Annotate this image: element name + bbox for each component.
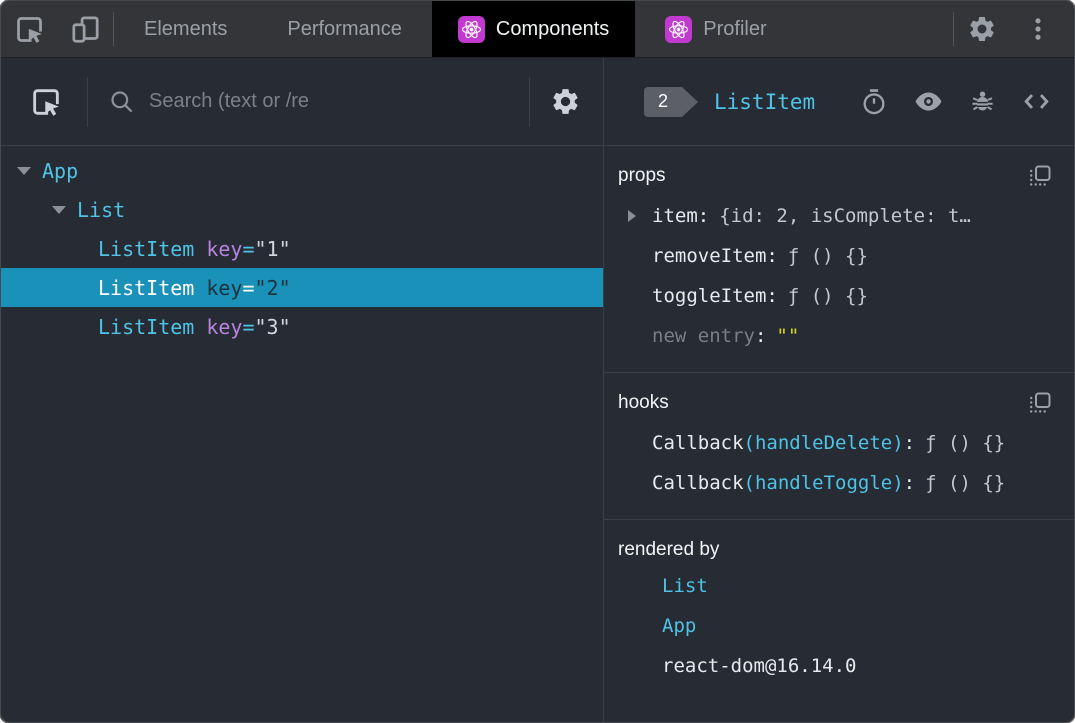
tree-node-list[interactable]: List — [1, 190, 603, 229]
devtools-tab-bar: Elements Performance Components Profiler — [1, 1, 1074, 58]
component-tree-panel: App List ListItem key="1" ListItem key="… — [1, 58, 604, 722]
props-rows: item: {id: 2, isComplete: t… removeItem: ƒ… — [618, 196, 1060, 356]
owners-count: 2 — [644, 86, 682, 117]
key-attribute: key="3" — [206, 314, 291, 339]
badge-arrow — [682, 86, 698, 117]
key-attribute: key="1" — [206, 236, 291, 261]
tree-node-listitem-2-selected[interactable]: ListItem key="2" — [1, 268, 603, 307]
tab-elements[interactable]: Elements — [114, 1, 257, 57]
search-input[interactable] — [149, 90, 529, 113]
hooks-section: hooks Callback(handleDelete): ƒ () {} C… — [604, 373, 1074, 520]
hook-row-handledelete[interactable]: Callback (handleDelete): ƒ () {} — [618, 423, 1060, 463]
tab-label: Elements — [144, 17, 228, 40]
collapse-caret-icon[interactable] — [52, 205, 66, 214]
react-logo-icon — [665, 15, 693, 43]
separator — [529, 76, 530, 127]
prop-row-new-entry[interactable]: new entry: "" — [618, 316, 1060, 356]
collapse-caret-icon[interactable] — [17, 166, 31, 175]
tab-label: Profiler — [703, 17, 767, 40]
components-panel: App List ListItem key="1" ListItem key="… — [1, 58, 1074, 722]
component-name: ListItem — [98, 314, 195, 339]
view-source-code-icon[interactable] — [1021, 86, 1052, 117]
topbar-right-controls — [953, 1, 1074, 57]
debug-bug-icon[interactable] — [969, 88, 996, 115]
rendered-by-header: rendered by — [618, 534, 1060, 566]
header-actions — [860, 86, 1052, 117]
tab-performance[interactable]: Performance — [257, 1, 432, 57]
props-header: props — [618, 160, 1060, 192]
search-bar — [88, 88, 529, 115]
props-title: props — [618, 165, 666, 186]
hooks-rows: Callback (handleDelete): ƒ () {} Callback(… — [618, 423, 1060, 503]
hooks-header: hooks — [618, 387, 1060, 419]
prop-row-toggleitem[interactable]: toggleItem: ƒ () {} — [618, 276, 1060, 316]
tab-label: Performance — [287, 17, 402, 40]
copy-hooks-icon[interactable] — [1028, 391, 1052, 415]
tree-toolbar — [1, 58, 603, 146]
rendered-by-react-dom: react-dom@16.14.0 — [662, 655, 857, 677]
react-logo-icon — [457, 15, 485, 43]
inspected-component-name: ListItem — [714, 89, 816, 114]
rendered-by-app[interactable]: App — [618, 606, 1060, 646]
hooks-title: hooks — [618, 392, 669, 413]
device-toolbar-icon[interactable] — [57, 1, 113, 57]
inspect-element-icon[interactable] — [1, 1, 57, 57]
component-tree: App List ListItem key="1" ListItem key="… — [1, 146, 603, 722]
component-name: ListItem — [98, 236, 195, 261]
tree-node-listitem-1[interactable]: ListItem key="1" — [1, 229, 603, 268]
component-name: App — [42, 158, 79, 183]
tab-profiler[interactable]: Profiler — [635, 1, 796, 57]
devtools-window: Elements Performance Components Profiler… — [0, 0, 1075, 723]
suspense-timer-icon[interactable] — [860, 88, 888, 116]
prop-row-item[interactable]: item: {id: 2, isComplete: t… — [618, 196, 1060, 236]
select-element-icon[interactable] — [29, 85, 63, 119]
tree-node-app[interactable]: App — [1, 151, 603, 190]
rendered-by-section: rendered by List App react-dom@16.14.0 — [604, 520, 1074, 702]
inspected-component-panel: 2 ListItem props item: {id: 2, isComple… — [604, 58, 1074, 722]
key-attribute: key="2" — [206, 275, 291, 300]
more-menu-icon[interactable] — [1010, 1, 1066, 57]
tab-components[interactable]: Components — [431, 1, 636, 57]
settings-gear-icon[interactable] — [954, 1, 1010, 57]
search-icon — [108, 88, 135, 115]
component-name: List — [77, 197, 126, 222]
prop-row-removeitem[interactable]: removeItem: ƒ () {} — [618, 236, 1060, 276]
inspected-header: 2 ListItem — [604, 58, 1074, 146]
tree-node-listitem-3[interactable]: ListItem key="3" — [1, 307, 603, 346]
inspect-dom-eye-icon[interactable] — [913, 86, 944, 117]
props-section: props item: {id: 2, isComplete: t… remo… — [604, 146, 1074, 373]
expand-icon[interactable] — [628, 210, 636, 222]
rendered-by-list[interactable]: List — [618, 566, 1060, 606]
owners-stack-badge[interactable]: 2 — [644, 86, 698, 117]
component-name: ListItem — [98, 275, 195, 300]
hook-row-handletoggle[interactable]: Callback (handleToggle): ƒ () {} — [618, 463, 1060, 503]
tree-settings-gear-icon[interactable] — [550, 86, 581, 117]
copy-props-icon[interactable] — [1028, 164, 1052, 188]
tab-label: Components — [495, 17, 610, 40]
rendered-by-title: rendered by — [618, 539, 720, 560]
